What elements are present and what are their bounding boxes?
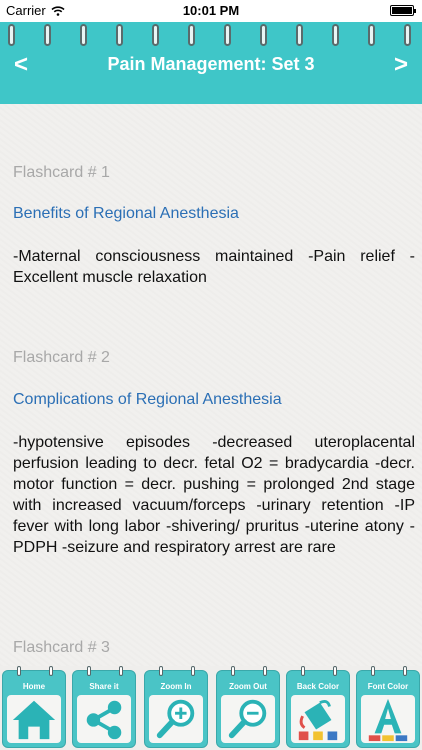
zoom-out-icon bbox=[228, 699, 267, 739]
font-letter-icon bbox=[368, 698, 408, 742]
battery-icon bbox=[390, 5, 416, 16]
flashcard-title: Benefits of Regional Anesthesia bbox=[13, 205, 239, 222]
paint-bucket-icon bbox=[298, 699, 338, 741]
back-color-button[interactable]: Back Color bbox=[286, 666, 350, 748]
home-button[interactable]: Home bbox=[2, 666, 66, 748]
status-bar: Carrier 10:01 PM bbox=[0, 0, 422, 22]
font-color-button[interactable]: Font Color bbox=[356, 666, 420, 748]
flashcard-number: Flashcard # 2 bbox=[13, 349, 110, 366]
share-label: Share it bbox=[89, 682, 119, 691]
header-bar: < Pain Management: Set 3 > bbox=[0, 22, 422, 104]
share-button[interactable]: Share it bbox=[72, 666, 136, 748]
next-set-button[interactable]: > bbox=[386, 50, 416, 80]
zoom-in-label: Zoom In bbox=[160, 682, 192, 691]
flashcard-list[interactable]: Flashcard # 1 Benefits of Regional Anest… bbox=[0, 104, 422, 666]
home-label: Home bbox=[22, 682, 46, 691]
flashcard-title: Complications of Regional Anesthesia bbox=[13, 391, 282, 408]
flashcard-answer: -Maternal consciousness maintained -Pain… bbox=[13, 248, 415, 286]
flashcard-answer: -hypotensive episodes -decreased uteropl… bbox=[13, 434, 415, 556]
flashcard-number: Flashcard # 3 bbox=[13, 639, 110, 656]
zoom-in-button[interactable]: Zoom In bbox=[144, 666, 208, 748]
zoom-out-button[interactable]: Zoom Out bbox=[216, 666, 280, 748]
back-color-label: Back Color bbox=[296, 682, 340, 691]
bottom-toolbar: Home Share it Zoom In Zoom Out Back Colo… bbox=[0, 666, 422, 750]
zoom-out-label: Zoom Out bbox=[229, 682, 267, 691]
font-color-label: Font Color bbox=[367, 682, 409, 691]
home-icon bbox=[12, 700, 56, 740]
previous-set-button[interactable]: < bbox=[6, 50, 36, 80]
binder-rings bbox=[0, 22, 422, 50]
status-time: 10:01 PM bbox=[182, 3, 240, 18]
zoom-in-icon bbox=[156, 699, 195, 739]
flashcard-number: Flashcard # 1 bbox=[13, 164, 110, 181]
share-icon bbox=[86, 700, 122, 740]
page-title: Pain Management: Set 3 bbox=[107, 54, 315, 74]
